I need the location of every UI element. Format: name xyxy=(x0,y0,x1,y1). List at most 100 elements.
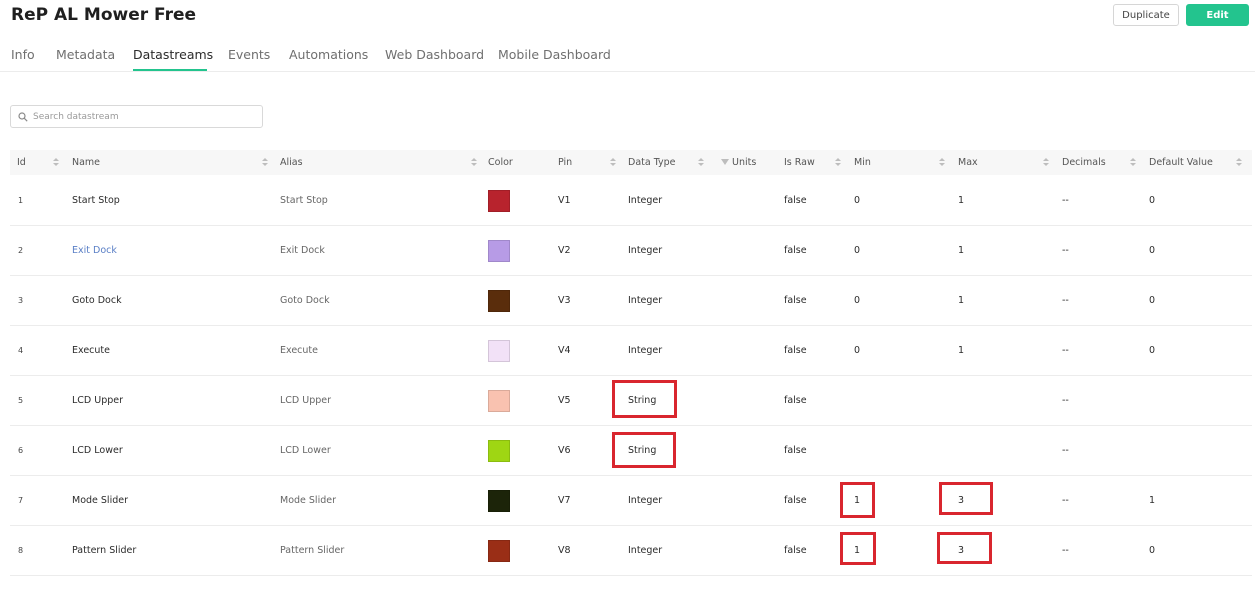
row-max: 1 xyxy=(958,295,965,306)
column-header-pin[interactable]: Pin xyxy=(558,150,572,175)
row-id: 1 xyxy=(18,196,24,205)
row-data-type: Integer xyxy=(628,245,663,256)
tab-datastreams[interactable]: Datastreams xyxy=(133,47,213,62)
row-name[interactable]: Mode Slider xyxy=(72,476,128,526)
column-header-id[interactable]: Id xyxy=(17,150,26,175)
row-default-value: 0 xyxy=(1149,545,1156,556)
row-name[interactable]: LCD Lower xyxy=(72,426,123,476)
sort-icon[interactable] xyxy=(939,158,945,167)
tab-events[interactable]: Events xyxy=(228,47,270,62)
row-data-type: Integer xyxy=(628,495,663,506)
row-min: 0 xyxy=(854,295,861,306)
row-id: 5 xyxy=(18,396,24,405)
search-icon xyxy=(18,111,28,122)
color-swatch xyxy=(488,540,510,562)
row-decimals: -- xyxy=(1062,295,1069,306)
row-id: 2 xyxy=(18,246,24,255)
column-header-units: Units xyxy=(732,157,757,168)
sort-icon[interactable] xyxy=(53,158,59,167)
table-row[interactable]: 1 Start Stop Start Stop V1 Integer false… xyxy=(10,176,1252,226)
search-input[interactable] xyxy=(33,111,253,122)
column-header-name[interactable]: Name xyxy=(72,150,100,175)
color-swatch xyxy=(488,190,510,212)
sort-icon[interactable] xyxy=(698,158,704,167)
row-name[interactable]: Start Stop xyxy=(72,176,120,226)
search-box xyxy=(10,105,263,128)
row-pin: V2 xyxy=(558,245,571,256)
sort-icon[interactable] xyxy=(1236,158,1242,167)
row-is-raw: false xyxy=(784,495,807,506)
column-header-decimals[interactable]: Decimals xyxy=(1062,150,1106,175)
row-alias: LCD Upper xyxy=(280,395,332,406)
row-id: 7 xyxy=(18,496,24,505)
row-max: 1 xyxy=(958,345,965,356)
color-swatch xyxy=(488,390,510,412)
tab-automations[interactable]: Automations xyxy=(289,47,368,62)
filter-icon[interactable] xyxy=(721,159,729,165)
row-is-raw: false xyxy=(784,245,807,256)
row-is-raw: false xyxy=(784,545,807,556)
row-id: 3 xyxy=(18,296,24,305)
row-decimals: -- xyxy=(1062,495,1069,506)
tab-bar: Info Metadata Datastreams Events Automat… xyxy=(0,45,1255,72)
row-is-raw: false xyxy=(784,295,807,306)
row-data-type: Integer xyxy=(628,345,663,356)
tab-metadata[interactable]: Metadata xyxy=(56,47,115,62)
row-pin: V6 xyxy=(558,445,571,456)
table-row[interactable]: 4 Execute Execute V4 Integer false 0 1 -… xyxy=(10,326,1252,376)
row-data-type: Integer xyxy=(628,295,663,306)
color-swatch xyxy=(488,290,510,312)
row-data-type: Integer xyxy=(628,545,663,556)
page-title: ReP AL Mower Free xyxy=(11,5,197,25)
highlight-box xyxy=(840,532,876,565)
tab-info[interactable]: Info xyxy=(11,47,35,62)
row-alias: Mode Slider xyxy=(280,495,336,506)
table-row[interactable]: 7 Mode Slider Mode Slider V7 Integer fal… xyxy=(10,476,1252,526)
row-pin: V5 xyxy=(558,395,571,406)
column-header-min[interactable]: Min xyxy=(854,150,871,175)
table-row[interactable]: 8 Pattern Slider Pattern Slider V8 Integ… xyxy=(10,526,1252,576)
edit-button[interactable]: Edit xyxy=(1186,4,1249,26)
row-pin: V7 xyxy=(558,495,571,506)
row-max: 1 xyxy=(958,245,965,256)
sort-icon[interactable] xyxy=(1043,158,1049,167)
table-row[interactable]: 2 Exit Dock Exit Dock V2 Integer false 0… xyxy=(10,226,1252,276)
tab-mobile-dashboard[interactable]: Mobile Dashboard xyxy=(498,47,611,62)
row-min: 0 xyxy=(854,245,861,256)
table-row[interactable]: 3 Goto Dock Goto Dock V3 Integer false 0… xyxy=(10,276,1252,326)
row-default-value: 0 xyxy=(1149,195,1156,206)
column-header-data-type[interactable]: Data Type xyxy=(628,150,676,175)
row-pin: V8 xyxy=(558,545,571,556)
highlight-box xyxy=(939,482,993,515)
sort-icon[interactable] xyxy=(835,158,841,167)
row-name[interactable]: Pattern Slider xyxy=(72,526,136,576)
row-id: 8 xyxy=(18,546,24,555)
column-header-max[interactable]: Max xyxy=(958,150,978,175)
row-alias: Execute xyxy=(280,345,318,356)
duplicate-button[interactable]: Duplicate xyxy=(1113,4,1179,26)
column-header-is-raw[interactable]: Is Raw xyxy=(784,150,815,175)
row-min: 0 xyxy=(854,345,861,356)
row-name[interactable]: LCD Upper xyxy=(72,376,123,426)
table-header: Id Name Alias Color Pin Data Type Units … xyxy=(10,150,1252,175)
color-swatch xyxy=(488,240,510,262)
sort-icon[interactable] xyxy=(262,158,268,167)
sort-icon[interactable] xyxy=(1130,158,1136,167)
row-default-value: 0 xyxy=(1149,295,1156,306)
row-default-value: 0 xyxy=(1149,245,1156,256)
row-decimals: -- xyxy=(1062,245,1069,256)
row-name[interactable]: Execute xyxy=(72,326,110,376)
tab-web-dashboard[interactable]: Web Dashboard xyxy=(385,47,484,62)
sort-icon[interactable] xyxy=(471,158,477,167)
sort-icon[interactable] xyxy=(610,158,616,167)
row-decimals: -- xyxy=(1062,195,1069,206)
row-is-raw: false xyxy=(784,395,807,406)
row-name[interactable]: Goto Dock xyxy=(72,276,122,326)
row-alias: Pattern Slider xyxy=(280,545,345,556)
row-decimals: -- xyxy=(1062,445,1069,456)
column-header-default-value[interactable]: Default Value xyxy=(1149,150,1213,175)
row-decimals: -- xyxy=(1062,545,1069,556)
row-name[interactable]: Exit Dock xyxy=(72,226,117,276)
row-max: 1 xyxy=(958,195,965,206)
column-header-alias[interactable]: Alias xyxy=(280,150,303,175)
